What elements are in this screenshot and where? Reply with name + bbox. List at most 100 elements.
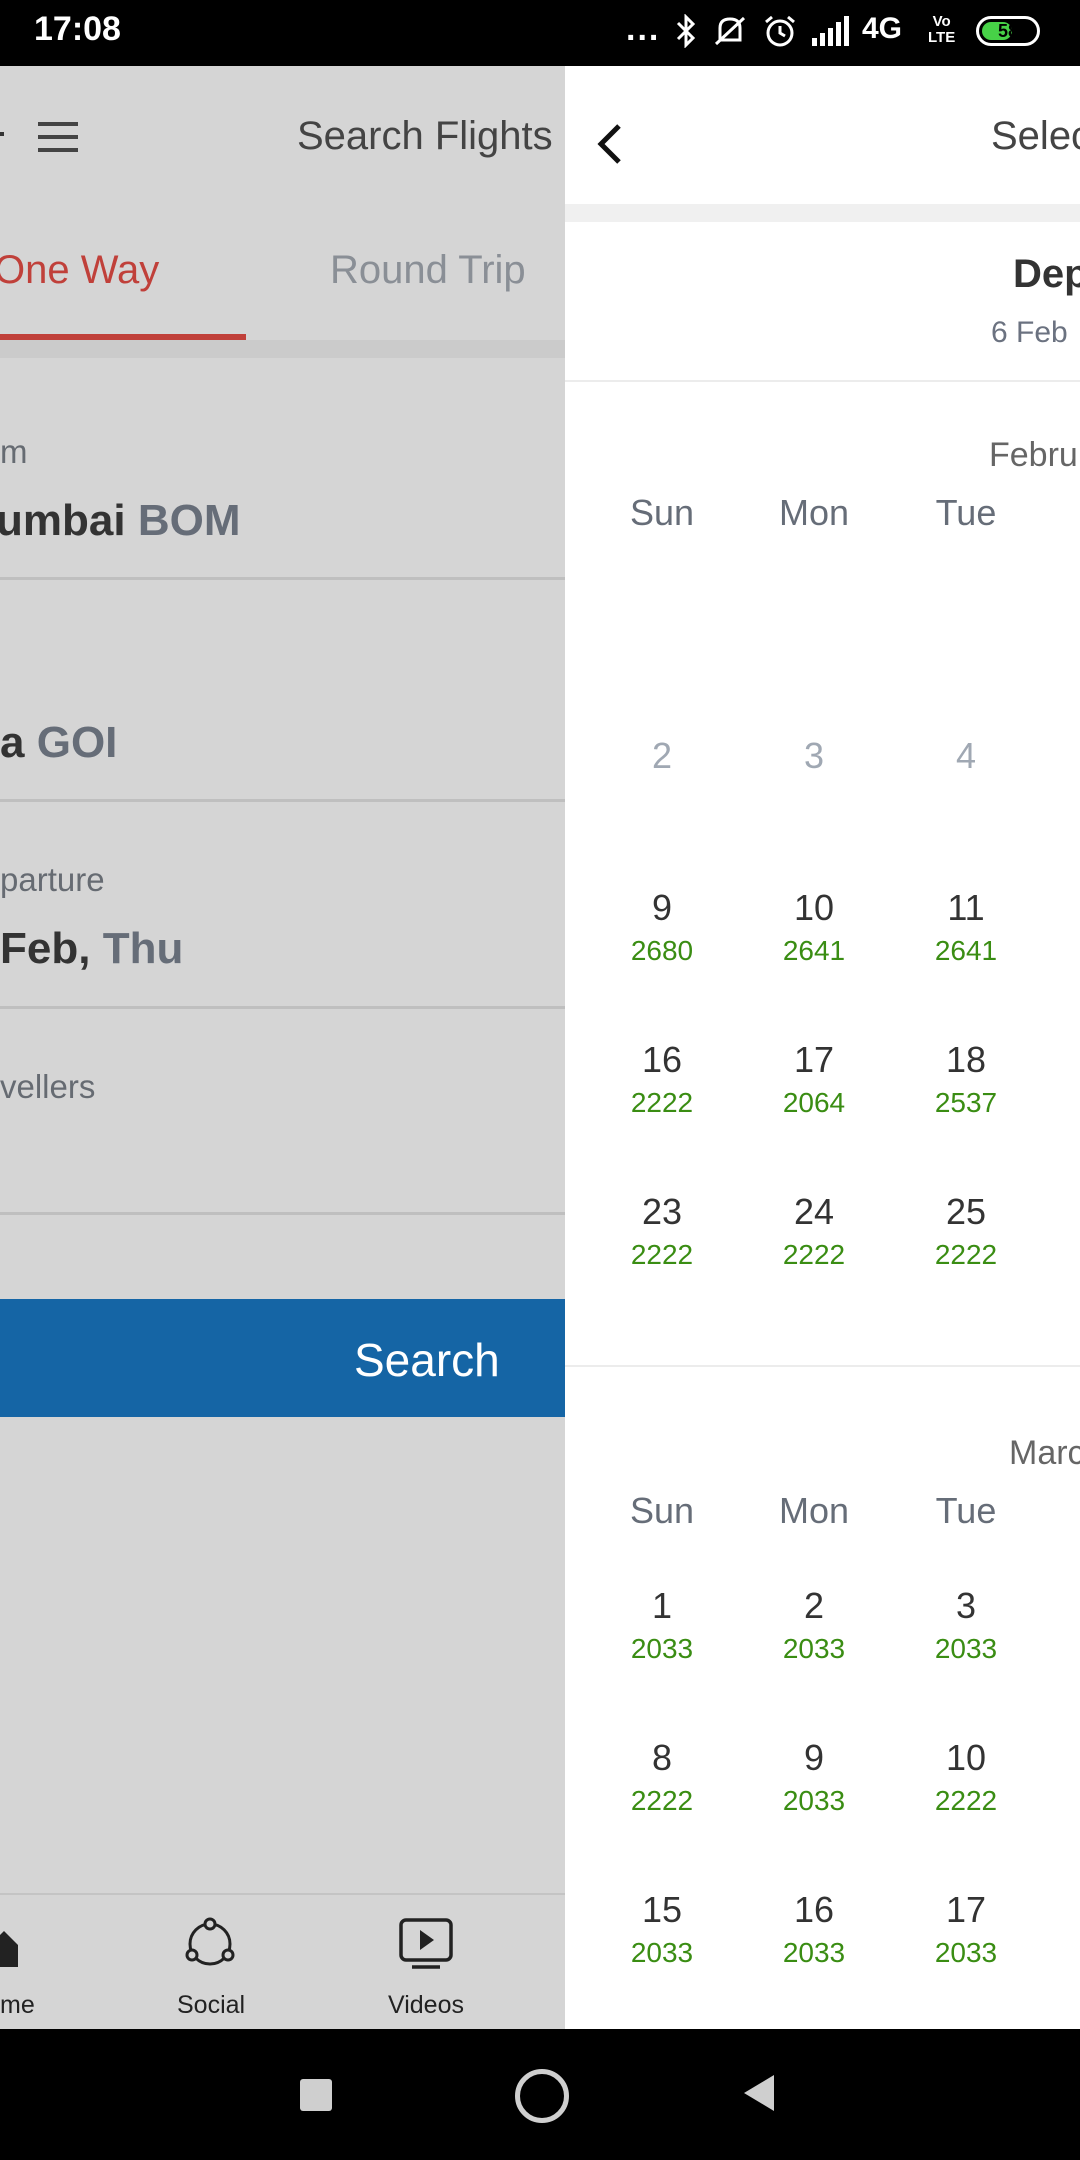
field-divider [0, 1212, 565, 1215]
day-price: 2222 [934, 1785, 998, 1816]
field-divider [0, 1006, 565, 1009]
day-price: 2222 [934, 1239, 998, 1270]
calendar-day[interactable]: 16 2033 [754, 1890, 874, 1970]
weekday-header: Sun [629, 1490, 695, 1531]
day-number: 25 [945, 1191, 987, 1232]
calendar-day[interactable]: 8 2222 [602, 1738, 722, 1818]
calendar-day[interactable]: 17 2064 [754, 1040, 874, 1120]
from-field[interactable]: umbai BOM [0, 496, 240, 546]
search-button-label: Search [354, 1334, 500, 1386]
day-price: 2641 [934, 935, 998, 966]
to-city: a [0, 718, 25, 767]
from-code: BOM [137, 496, 241, 545]
bluetooth-icon [674, 13, 698, 53]
selected-departure-date: 6 Feb [991, 316, 1068, 349]
calendar-day[interactable]: 25 2222 [906, 1192, 1026, 1272]
day-price: 2033 [630, 1937, 694, 1968]
day-number: 4 [955, 735, 977, 776]
status-time: 17:08 [34, 10, 121, 48]
hamburger-menu-icon[interactable] [38, 122, 78, 152]
day-price: 2641 [782, 935, 846, 966]
day-number: 9 [651, 887, 673, 928]
calendar-day: 3 [754, 736, 874, 776]
day-number: 1 [651, 1585, 673, 1626]
day-price: 2064 [782, 1087, 846, 1118]
social-icon[interactable] [183, 1917, 237, 1976]
day-number: 10 [945, 1737, 987, 1778]
departure-date: Feb, [0, 924, 91, 973]
calendar-day[interactable]: 2 2033 [754, 1586, 874, 1666]
signal-icon [812, 16, 856, 51]
departure-field[interactable]: Feb, Thu [0, 924, 183, 974]
battery-level: 58 [997, 21, 1019, 41]
weekday-header: Sun [629, 492, 695, 533]
tab-one-way[interactable]: One Way [0, 248, 159, 293]
calendar-day[interactable]: 16 2222 [602, 1040, 722, 1120]
field-divider [0, 577, 565, 580]
day-price: 2033 [934, 1633, 998, 1664]
calendar-day[interactable]: 9 2680 [602, 888, 722, 968]
header-divider [565, 204, 1080, 222]
calendar-day[interactable]: 18 2537 [906, 1040, 1026, 1120]
nav-social-label[interactable]: Social [177, 1991, 245, 2020]
tab-divider [0, 340, 565, 358]
back-arrow-icon[interactable] [0, 132, 4, 136]
recent-apps-icon[interactable] [300, 2079, 332, 2111]
notification-dots-icon: ... [626, 10, 661, 48]
calendar-day[interactable]: 10 2222 [906, 1738, 1026, 1818]
calendar-day[interactable]: 15 2033 [602, 1890, 722, 1970]
calendar-day[interactable]: 9 2033 [754, 1738, 874, 1818]
to-field[interactable]: a GOI [0, 718, 117, 768]
to-code: GOI [36, 718, 118, 767]
home-icon[interactable] [0, 1927, 20, 1974]
bottom-navigation: me Social Videos [0, 1893, 565, 2029]
back-chevron-icon[interactable] [595, 122, 625, 171]
volte-indicator: Vo LTE [928, 14, 955, 46]
calendar-day[interactable]: 24 2222 [754, 1192, 874, 1272]
calendar-day[interactable]: 11 2641 [906, 888, 1026, 968]
day-number: 17 [945, 1889, 987, 1930]
calendar-day[interactable]: 17 2033 [906, 1890, 1026, 1970]
day-price: 2033 [782, 1633, 846, 1664]
day-number: 3 [803, 735, 825, 776]
weekday-header: Tue [935, 492, 997, 533]
day-number: 24 [793, 1191, 835, 1232]
day-price: 2222 [782, 1239, 846, 1270]
day-number: 16 [793, 1889, 835, 1930]
calendar-day: 4 [906, 736, 1026, 776]
network-type: 4G [862, 12, 903, 45]
departure-tab-label[interactable]: Dep [1013, 252, 1080, 297]
calendar-day[interactable]: 10 2641 [754, 888, 874, 968]
date-picker-panel: Selec Dep 6 Feb Febru Sun Mon Tue 2 3 4 … [565, 66, 1080, 2029]
home-button-icon[interactable] [515, 2069, 569, 2123]
system-back-icon[interactable] [742, 2073, 776, 2118]
day-price: 2033 [630, 1633, 694, 1664]
videos-icon[interactable] [398, 1917, 454, 1976]
departure-day: Thu [102, 924, 184, 973]
month-title-march: Marc [1009, 1434, 1080, 1472]
day-price: 2222 [630, 1087, 694, 1118]
nav-home-label[interactable]: me [0, 1991, 35, 2020]
calendar-day[interactable]: 23 2222 [602, 1192, 722, 1272]
mute-icon [712, 14, 748, 53]
day-price: 2033 [782, 1785, 846, 1816]
day-price: 2033 [934, 1937, 998, 1968]
tab-round-trip[interactable]: Round Trip [330, 248, 526, 293]
date-picker-title: Selec [991, 114, 1080, 158]
calendar-day[interactable]: 1 2033 [602, 1586, 722, 1666]
weekday-header: Tue [935, 1490, 997, 1531]
calendar-day: 2 [602, 736, 722, 776]
weekday-header: Mon [778, 492, 850, 533]
calendar-day[interactable]: 3 2033 [906, 1586, 1026, 1666]
travellers-label[interactable]: vellers [0, 1068, 95, 1106]
day-number: 2 [651, 735, 673, 776]
weekday-header: Mon [778, 1490, 850, 1531]
search-button[interactable]: Search [0, 1299, 565, 1417]
day-number: 11 [947, 887, 985, 928]
day-number: 9 [803, 1737, 825, 1778]
nav-videos-label[interactable]: Videos [388, 1991, 464, 2020]
page-title: Search Flights [297, 114, 553, 158]
alarm-icon [762, 14, 798, 53]
month-title-february: Febru [989, 436, 1078, 474]
day-number: 2 [803, 1585, 825, 1626]
